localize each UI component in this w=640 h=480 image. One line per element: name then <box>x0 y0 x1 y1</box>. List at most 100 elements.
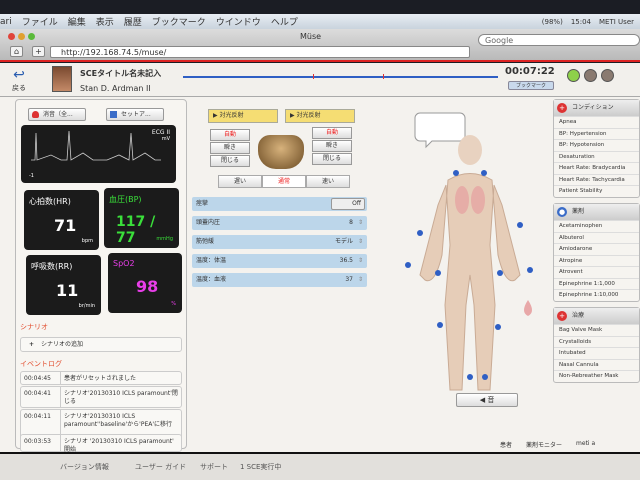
treatment-item[interactable]: Non-Rebreather Mask <box>554 370 639 382</box>
left-eye-blink-button[interactable]: 瞬き <box>210 142 250 154</box>
right-pupil-reflex-button[interactable]: ▶ 対光反射 <box>285 109 355 123</box>
drug-item[interactable]: Atropine <box>554 254 639 267</box>
speed-fast[interactable]: 速い <box>306 175 350 188</box>
param-value[interactable]: 37 <box>345 273 353 287</box>
left-pupil-reflex-button[interactable]: ▶ 対光反射 <box>208 109 278 123</box>
pulse-point[interactable] <box>435 270 441 276</box>
search-input[interactable]: Google <box>478 34 640 46</box>
home-icon[interactable]: ⌂ <box>10 46 23 57</box>
treatment-item[interactable]: Bag Valve Mask <box>554 324 639 336</box>
lung-left[interactable] <box>455 186 469 214</box>
menu-view[interactable]: 表示 <box>96 15 114 28</box>
stepper-icon[interactable]: ⇕ <box>358 273 363 287</box>
pulse-point[interactable] <box>481 170 487 176</box>
condition-item[interactable]: Heart Rate: Tachycardia <box>554 173 639 186</box>
left-eye-close-button[interactable]: 閉じる <box>210 155 250 167</box>
menu-bookmarks[interactable]: ブックマーク <box>152 15 206 28</box>
drug-item[interactable]: Albuterol <box>554 231 639 244</box>
pulse-point[interactable] <box>453 170 459 176</box>
pulse-point[interactable] <box>497 270 503 276</box>
menu-app[interactable]: ari <box>0 17 12 27</box>
pulse-point[interactable] <box>437 322 443 328</box>
user-tab[interactable]: meti a <box>576 440 595 449</box>
fluid-drop-icon[interactable] <box>524 300 532 316</box>
pause-button[interactable] <box>584 69 597 82</box>
pulse-point[interactable] <box>405 262 411 268</box>
clock[interactable]: 15:04 <box>571 18 591 26</box>
param-value[interactable]: 36.5 <box>340 254 353 268</box>
speech-bubble[interactable] <box>414 112 466 149</box>
drugs-header[interactable]: ● 薬剤 <box>554 204 639 220</box>
left-eye-auto-button[interactable]: 自動 <box>210 129 250 141</box>
menu-help[interactable]: ヘルプ <box>271 15 298 28</box>
condition-item[interactable]: Apnea <box>554 116 639 128</box>
speaker-icon: ◀ <box>479 396 486 404</box>
right-eye-blink-button[interactable]: 瞬き <box>312 140 352 152</box>
stepper-icon[interactable]: ⇕ <box>358 254 363 268</box>
right-eye-close-button[interactable]: 閉じる <box>312 153 352 165</box>
stepper-icon[interactable]: ⇕ <box>358 216 363 230</box>
timeline-marker[interactable] <box>313 74 314 79</box>
drug-item[interactable]: Acetaminophen <box>554 220 639 232</box>
lung-right[interactable] <box>471 186 485 214</box>
drug-item[interactable]: Epinephrine 1:10,000 <box>554 289 639 301</box>
menu-window[interactable]: ウインドウ <box>216 15 261 28</box>
pulse-point[interactable] <box>417 230 423 236</box>
timeline-marker[interactable] <box>383 74 384 79</box>
stop-button[interactable] <box>601 69 614 82</box>
bookmark-button[interactable]: ブックマーク <box>508 81 554 90</box>
menu-history[interactable]: 履歴 <box>124 15 142 28</box>
pulse-point[interactable] <box>467 374 473 380</box>
condition-item[interactable]: Patient Stability <box>554 185 639 197</box>
treatment-item[interactable]: Nasal Cannula <box>554 358 639 371</box>
right-eye-auto-button[interactable]: 自動 <box>312 127 352 139</box>
speed-slow[interactable]: 遅い <box>218 175 262 188</box>
param-value[interactable]: 8 <box>349 216 353 230</box>
setup-button[interactable]: セットア... <box>106 108 164 121</box>
version-link[interactable]: バージョン情報 <box>60 462 109 472</box>
conditions-icon: + <box>557 103 567 113</box>
support-link[interactable]: サポート <box>200 462 228 472</box>
user-menu[interactable]: METI User <box>599 18 634 26</box>
condition-item[interactable]: BP: Hypertension <box>554 127 639 140</box>
play-button[interactable] <box>567 69 580 82</box>
pulse-point[interactable] <box>482 374 488 380</box>
drug-item[interactable]: Epinephrine 1:1,000 <box>554 277 639 290</box>
hr-value: 71 <box>54 216 77 235</box>
drug-item[interactable]: Amiodarone <box>554 243 639 255</box>
menu-file[interactable]: ファイル <box>22 15 58 28</box>
back-button[interactable]: ↩ 戻る <box>12 67 26 93</box>
minimize-window-button[interactable] <box>18 33 25 40</box>
timeline[interactable] <box>183 74 498 79</box>
condition-item[interactable]: BP: Hypotension <box>554 139 639 151</box>
sound-button[interactable]: ◀ 音 <box>456 393 518 407</box>
url-input[interactable]: http://192.168.74.5/muse/ <box>50 46 470 58</box>
pulse-point[interactable] <box>527 267 533 273</box>
drug-item[interactable]: Atrovent <box>554 266 639 278</box>
treatment-item[interactable]: Intubated <box>554 347 639 359</box>
stepper-icon[interactable]: ⇕ <box>358 235 363 249</box>
add-tab-button[interactable]: + <box>32 46 45 57</box>
param-value[interactable]: モデル <box>335 235 353 249</box>
conditions-header[interactable]: + コンディション <box>554 100 639 116</box>
add-scenario-button[interactable]: + シナリオの追加 <box>20 337 182 352</box>
condition-item[interactable]: Heart Rate: Bradycardia <box>554 162 639 174</box>
speed-normal[interactable]: 通常 <box>262 175 306 188</box>
condition-item[interactable]: Desaturation <box>554 150 639 163</box>
battery-status[interactable]: (98%) <box>542 18 563 26</box>
silence-alarms-button[interactable]: 消音（全... <box>28 108 86 121</box>
seizure-toggle[interactable]: Off <box>331 198 365 210</box>
head[interactable] <box>458 135 482 165</box>
patient-body-figure[interactable] <box>390 105 550 405</box>
treatments-header[interactable]: + 治療 <box>554 308 639 324</box>
body[interactable] <box>419 173 521 391</box>
user-guide-link[interactable]: ユーザー ガイド <box>135 462 186 472</box>
treatment-item[interactable]: Crystalloids <box>554 335 639 348</box>
close-window-button[interactable] <box>8 33 15 40</box>
pulse-point[interactable] <box>495 324 501 330</box>
zoom-window-button[interactable] <box>28 33 35 40</box>
patient-tab[interactable]: 患者 <box>500 440 512 449</box>
menu-edit[interactable]: 編集 <box>68 15 86 28</box>
drug-monitor-tab[interactable]: 薬剤モニター <box>526 440 562 449</box>
pulse-point[interactable] <box>517 222 523 228</box>
